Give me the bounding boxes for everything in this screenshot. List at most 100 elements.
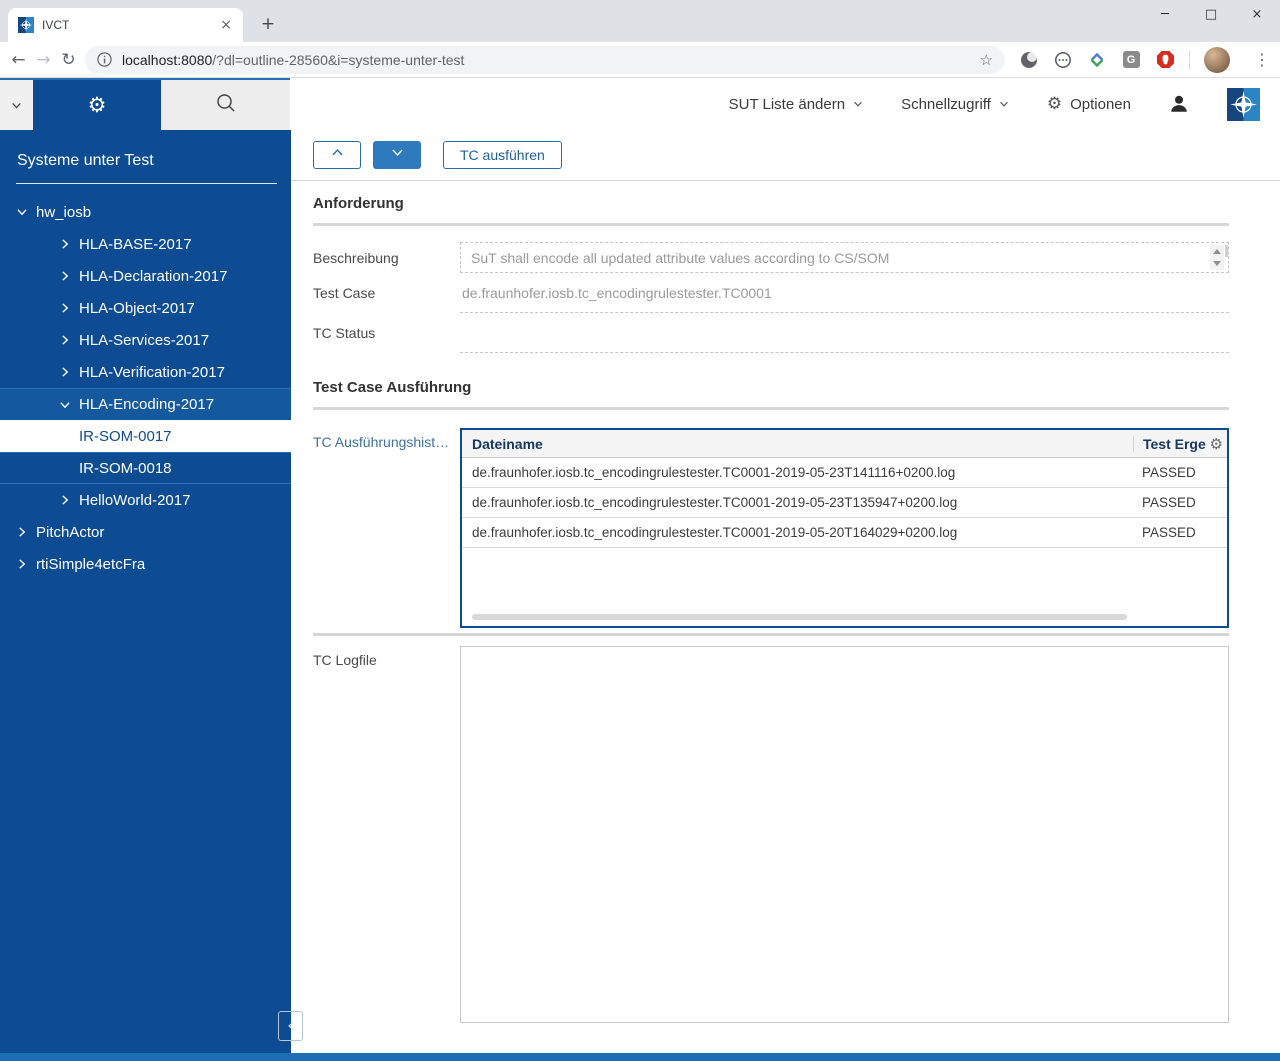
cell-result: PASSED (1142, 525, 1196, 540)
app-header: ⚙ SUT Liste ändern Schnellzugriff ⚙ Opti… (0, 78, 1280, 130)
cell-filename: de.fraunhofer.iosb.tc_encodingrulesteste… (472, 525, 958, 540)
tree-item-rtisimple4etcfra[interactable]: rtiSimple4etcFra (0, 548, 291, 580)
browser-profile-avatar[interactable] (1204, 46, 1230, 73)
back-button-icon[interactable]: ← (6, 50, 31, 70)
divider (313, 223, 1229, 226)
g-extension-icon[interactable]: G (1121, 50, 1141, 70)
sut-tree: hw_iosb HLA-BASE-2017 HLA-Declaration-2017… (0, 196, 291, 580)
tree-item-pitchactor[interactable]: PitchActor (0, 516, 291, 548)
tree-item-ir-som-0018[interactable]: IR-SOM-0018 (0, 452, 291, 484)
table-settings-gear-icon[interactable]: ⚙ (1207, 435, 1223, 452)
tree-item-label: PitchActor (36, 523, 105, 541)
browser-tab[interactable]: IVCT × (8, 8, 243, 42)
window-minimize-button[interactable]: ─ (1142, 0, 1188, 32)
tc-logfile-label: TC Logfile (313, 652, 377, 668)
toolbar: TC ausführen (291, 130, 1280, 181)
spinner-control[interactable] (1210, 245, 1224, 270)
divider (16, 183, 277, 184)
address-bar[interactable]: localhost:8080/?dl=outline-28560&i=syste… (85, 45, 1005, 74)
tree-item-hla-base-2017[interactable]: HLA-BASE-2017 (0, 228, 291, 260)
table-row[interactable]: de.fraunhofer.iosb.tc_encodingrulesteste… (462, 518, 1227, 548)
new-tab-button[interactable]: + (255, 11, 281, 37)
column-header-result[interactable]: Test Erge ⚙ (1133, 435, 1227, 452)
field-scrollbar[interactable] (1225, 245, 1228, 257)
chevron-right-icon[interactable] (57, 334, 73, 346)
move-up-button[interactable] (313, 141, 361, 169)
main-panel: TC ausführen Anforderung Beschreibung Su… (291, 130, 1280, 1053)
tab-close-icon[interactable]: × (217, 17, 235, 33)
tree-item-hw_iosb[interactable]: hw_iosb (0, 196, 291, 228)
chevron-right-icon[interactable] (57, 366, 73, 378)
column-header-filename[interactable]: Dateiname (462, 436, 1133, 452)
settings-tab-gear-icon[interactable]: ⚙ (33, 80, 161, 130)
quick-access-menu[interactable]: Schnellzugriff (901, 96, 1009, 113)
spinner-down-icon[interactable] (1213, 261, 1221, 266)
execution-heading: Test Case Ausführung (313, 379, 472, 396)
search-tab[interactable] (161, 80, 290, 130)
tree-item-label: IR-SOM-0018 (79, 459, 172, 477)
tree-item-hla-services-2017[interactable]: HLA-Services-2017 (0, 324, 291, 356)
tree-item-hla-declaration-2017[interactable]: HLA-Declaration-2017 (0, 260, 291, 292)
tree-item-hla-encoding-2017[interactable]: HLA-Encoding-2017 (0, 388, 291, 420)
panel-collapse-dropdown[interactable] (0, 80, 33, 130)
bottom-accent-bar (0, 1053, 1280, 1061)
stop-hand-extension-icon[interactable] (1155, 50, 1175, 70)
table-row[interactable]: de.fraunhofer.iosb.tc_encodingrulesteste… (462, 488, 1227, 518)
chevron-down-icon (853, 99, 863, 109)
tree-item-hla-object-2017[interactable]: HLA-Object-2017 (0, 292, 291, 324)
chevron-right-icon[interactable] (57, 302, 73, 314)
chevron-right-icon[interactable] (14, 526, 30, 538)
table-header: Dateiname Test Erge ⚙ (462, 430, 1227, 458)
site-info-icon[interactable] (97, 52, 112, 67)
table-body: de.fraunhofer.iosb.tc_encodingrulesteste… (462, 458, 1227, 548)
test-case-label: Test Case (313, 285, 376, 301)
tab-title: IVCT (42, 18, 70, 32)
browser-tab-strip: IVCT × + ─ □ × (0, 0, 1280, 42)
sidebar-collapse-button[interactable] (278, 1011, 303, 1041)
table-row[interactable]: de.fraunhofer.iosb.tc_encodingrulesteste… (462, 458, 1227, 488)
chevron-right-icon[interactable] (14, 558, 30, 570)
description-label: Beschreibung (313, 249, 399, 266)
description-field[interactable]: SuT shall encode all updated attribute v… (460, 242, 1229, 273)
browser-menu-icon[interactable]: ⋮ (1244, 50, 1280, 69)
chevron-right-icon[interactable] (57, 494, 73, 506)
header-actions: SUT Liste ändern Schnellzugriff ⚙ Option… (290, 78, 1280, 130)
tc-logfile-box[interactable] (460, 646, 1229, 1023)
forward-button-icon[interactable]: → (31, 50, 56, 70)
dotted-circle-extension-icon[interactable] (1053, 50, 1073, 70)
chevrons-extension-icon[interactable] (1087, 50, 1107, 70)
chevron-right-icon[interactable] (57, 238, 73, 250)
circle-extension-icon[interactable] (1019, 50, 1039, 70)
chevron-down-icon[interactable] (14, 206, 30, 218)
run-tc-button[interactable]: TC ausführen (443, 141, 562, 169)
chevron-right-icon[interactable] (57, 270, 73, 282)
tree-item-label: HLA-Encoding-2017 (79, 396, 215, 413)
sut-list-menu[interactable]: SUT Liste ändern (729, 96, 863, 113)
sidebar: Systeme unter Test hw_iosb HLA-BASE-2017 H… (0, 130, 303, 1053)
tree-item-label: HLA-Declaration-2017 (79, 267, 228, 285)
divider (313, 407, 1229, 410)
tree-item-hla-verification-2017[interactable]: HLA-Verification-2017 (0, 356, 291, 388)
nato-logo (1227, 87, 1260, 121)
user-icon[interactable] (1169, 94, 1189, 114)
tc-status-label: TC Status (313, 325, 376, 341)
table-horizontal-scrollbar[interactable] (472, 614, 1127, 620)
reload-button-icon[interactable]: ↻ (56, 50, 81, 70)
window-close-button[interactable]: × (1234, 0, 1280, 32)
tree-item-label: HLA-Verification-2017 (79, 363, 225, 381)
tree-item-label: HLA-Object-2017 (79, 299, 195, 317)
tree-item-ir-som-0017[interactable]: IR-SOM-0017 (0, 420, 291, 452)
options-menu[interactable]: ⚙ Optionen (1047, 94, 1131, 114)
window-controls: ─ □ × (1142, 0, 1280, 32)
chevron-down-icon[interactable] (57, 399, 73, 411)
bookmark-star-icon[interactable]: ☆ (980, 51, 993, 69)
tree-item-helloworld-2017[interactable]: HelloWorld-2017 (0, 484, 291, 516)
gear-icon: ⚙ (1046, 94, 1063, 114)
ivct-favicon-icon (18, 17, 34, 33)
tree-item-label: IR-SOM-0017 (79, 427, 172, 445)
description-value: SuT shall encode all updated attribute v… (471, 249, 890, 266)
spinner-up-icon[interactable] (1213, 249, 1221, 254)
options-menu-label: Optionen (1070, 95, 1131, 113)
window-maximize-button[interactable]: □ (1188, 0, 1234, 32)
move-down-button[interactable] (373, 141, 421, 169)
